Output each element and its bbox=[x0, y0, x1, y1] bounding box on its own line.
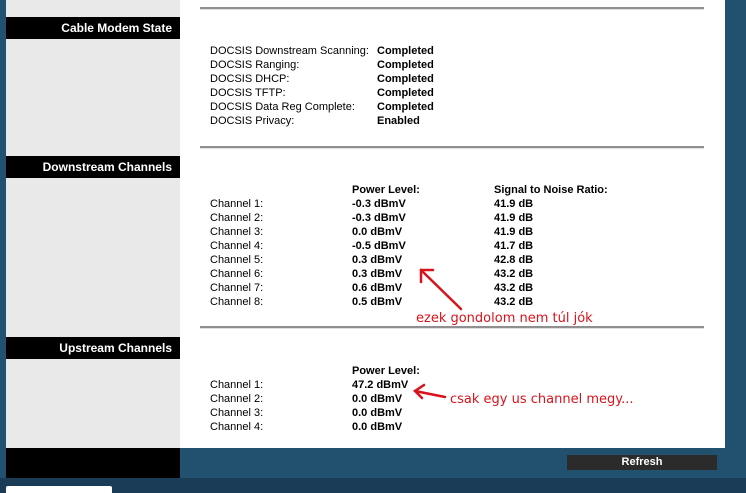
refresh-button[interactable]: Refresh bbox=[567, 455, 717, 470]
footer-left bbox=[6, 448, 180, 478]
annotation-arrows bbox=[413, 268, 463, 400]
downstream-arrow-shaft bbox=[419, 268, 463, 311]
upstream-annotation: csak egy us channel megy... bbox=[450, 392, 634, 407]
downstream-annotation: ezek gondolom nem túl jók bbox=[416, 311, 593, 326]
bottom-tab bbox=[6, 486, 112, 493]
